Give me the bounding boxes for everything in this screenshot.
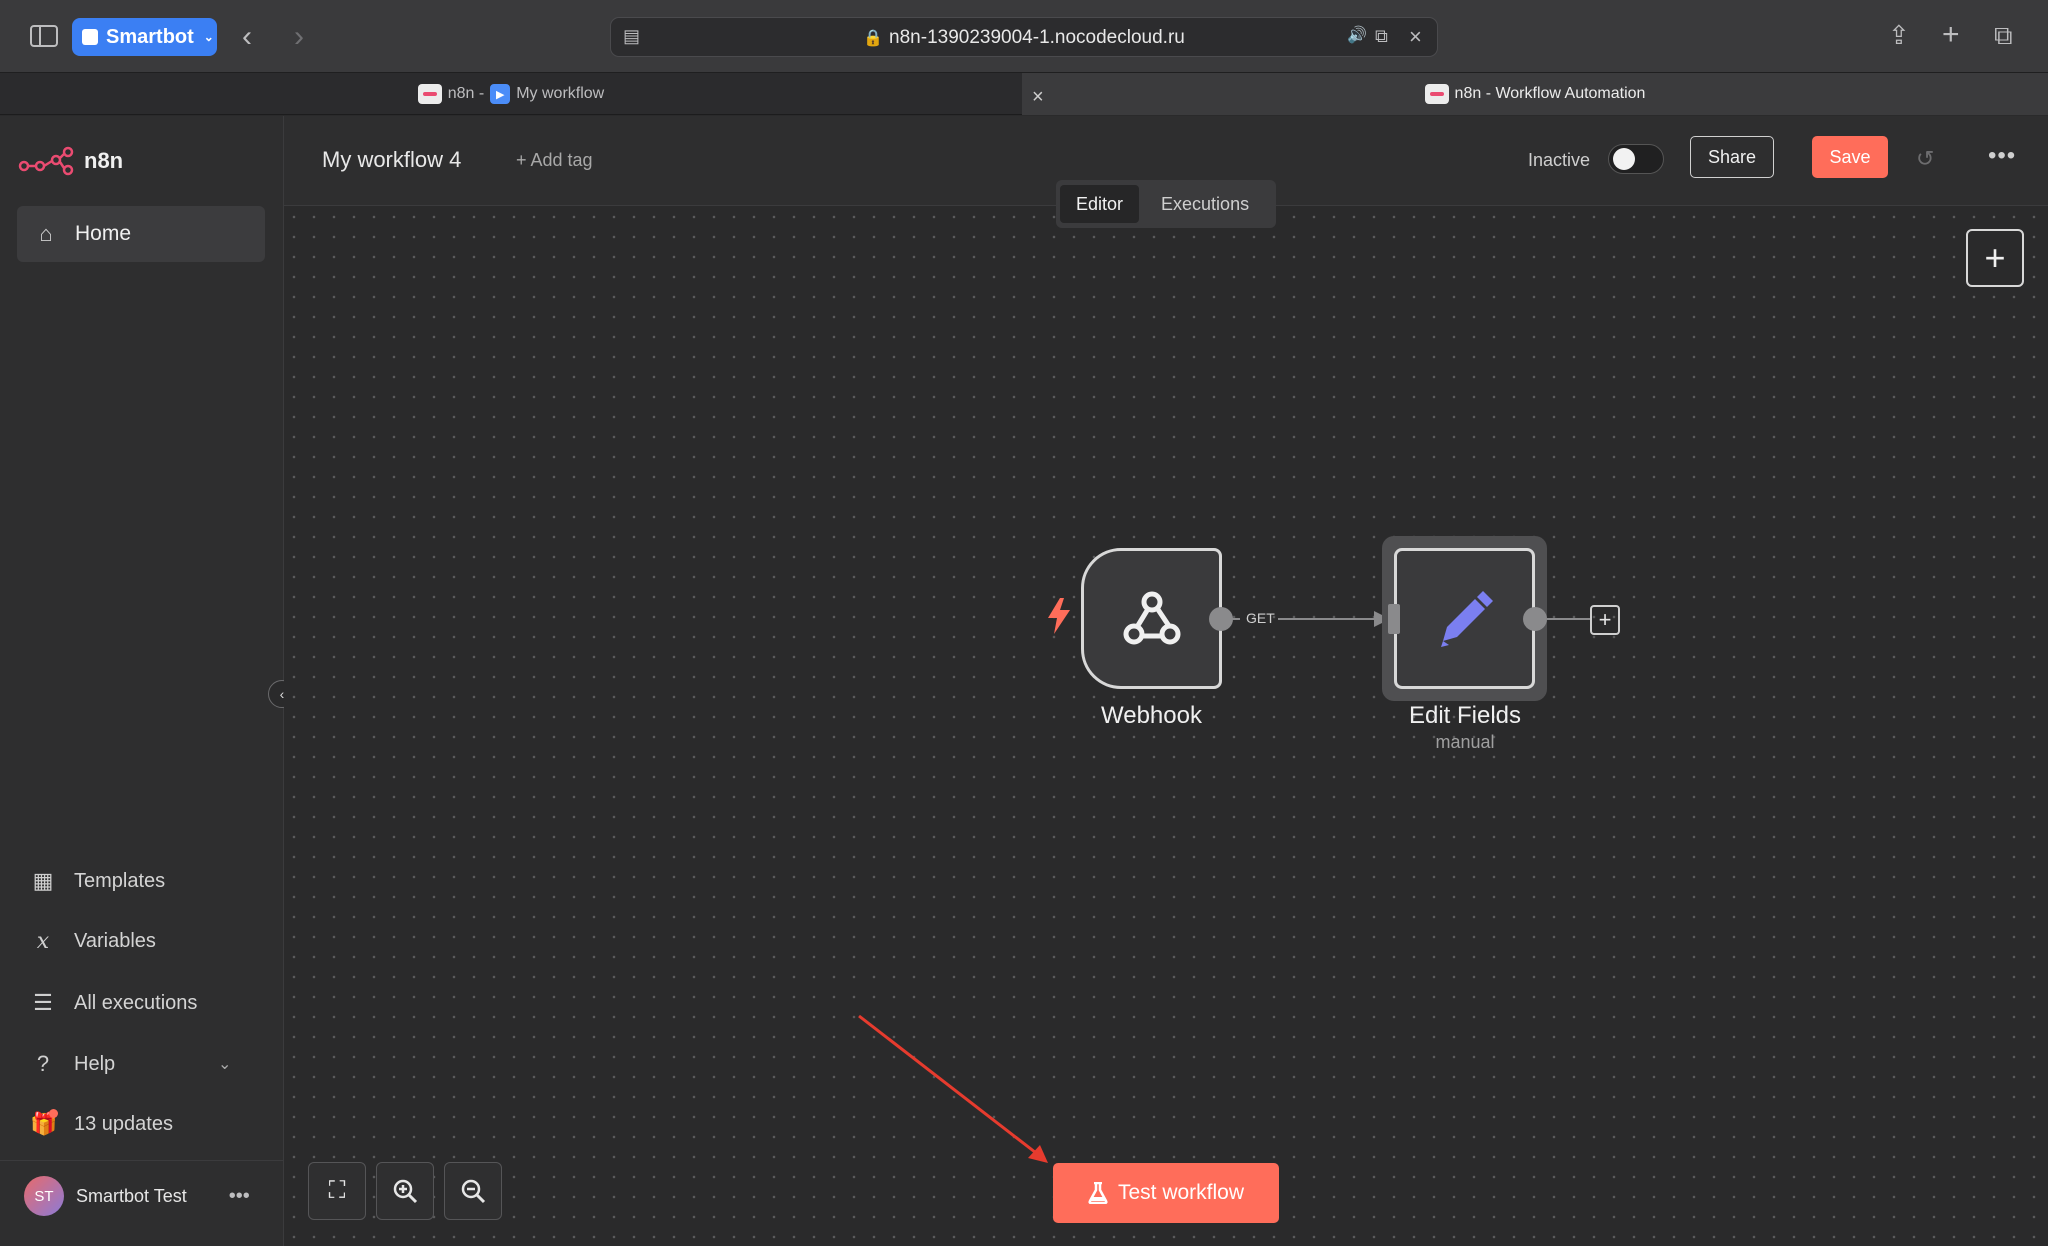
output-port[interactable]: [1209, 607, 1233, 631]
node-subtitle: manual: [1435, 732, 1495, 752]
input-port[interactable]: [1388, 604, 1400, 634]
test-workflow-label: Test workflow: [1117, 1181, 1245, 1204]
webhook-node[interactable]: [1081, 548, 1222, 689]
output-port[interactable]: [1523, 607, 1547, 631]
connection-method-label: GET: [1246, 610, 1275, 626]
node-label: Webhook: [1101, 702, 1202, 729]
edit-fields-node[interactable]: [1394, 548, 1535, 689]
add-next-node-button[interactable]: +: [1590, 605, 1620, 635]
fullscreen-icon: ⛶: [328, 1177, 346, 1204]
zoom-to-fit-button[interactable]: ⛶: [308, 1162, 366, 1220]
test-workflow-button[interactable]: Test workflow: [1053, 1163, 1279, 1223]
zoom-out-icon: [461, 1179, 486, 1204]
zoom-in-button[interactable]: [376, 1162, 434, 1220]
node-label: Edit Fields: [1408, 702, 1522, 729]
trigger-bolt-icon: [1048, 598, 1070, 639]
flask-icon: [1088, 1182, 1108, 1204]
connections-layer: [858, 611, 1590, 1163]
pencil-icon: [1441, 591, 1493, 647]
webhook-icon: [1123, 591, 1181, 645]
zoom-in-icon: [393, 1179, 418, 1204]
zoom-out-button[interactable]: [444, 1162, 502, 1220]
annotation-arrow: [858, 1014, 1041, 1158]
